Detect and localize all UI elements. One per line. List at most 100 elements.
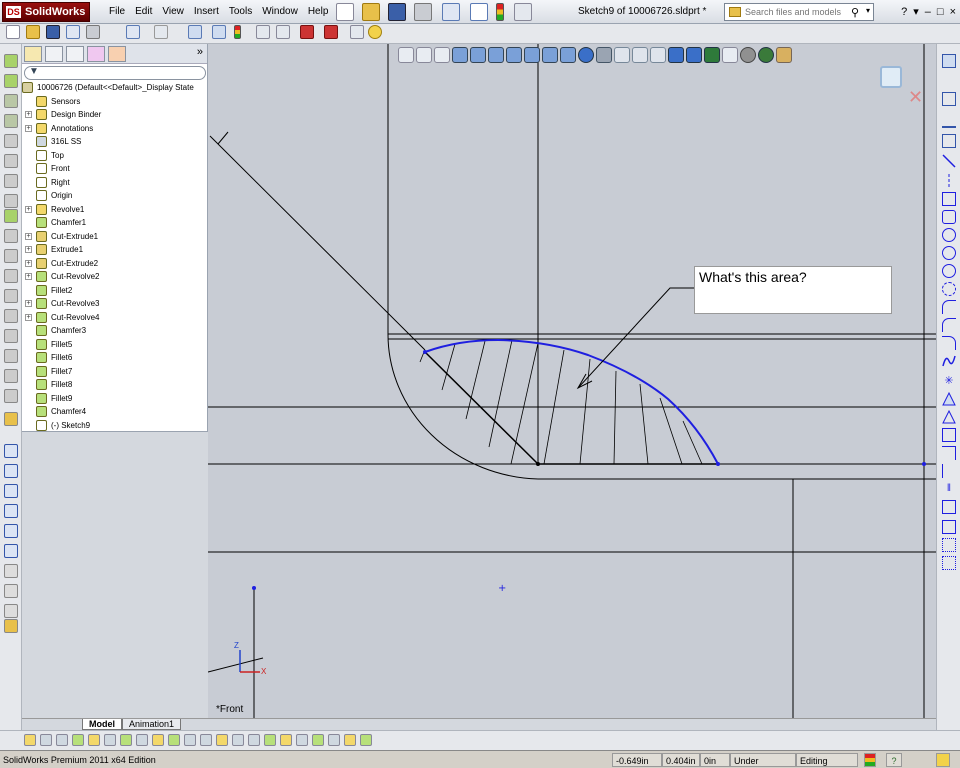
tangent-arc-icon[interactable]	[942, 318, 956, 332]
property-manager-tab-icon[interactable]	[45, 46, 63, 62]
feature-tree-tab-icon[interactable]	[24, 46, 42, 62]
expand-plus-icon[interactable]: +	[25, 124, 32, 132]
sketch-chord-line[interactable]	[424, 351, 539, 465]
minimize-icon[interactable]: –	[925, 0, 931, 24]
view-orientation-cube-icon[interactable]	[470, 47, 486, 63]
smart-dimension-icon[interactable]	[4, 412, 18, 426]
file-properties-icon[interactable]	[350, 25, 364, 39]
bottom-tool-icon[interactable]	[232, 734, 244, 746]
shell-icon[interactable]	[4, 289, 18, 303]
bottom-tool-icon[interactable]	[88, 734, 100, 746]
menu-edit[interactable]: Edit	[130, 0, 157, 24]
menu-help[interactable]: Help	[303, 0, 334, 24]
options-icon[interactable]	[514, 3, 532, 21]
horizontal-dimension-icon[interactable]	[4, 464, 18, 478]
fillet-tool-icon[interactable]	[4, 209, 18, 223]
confirmation-exit-sketch-icon[interactable]	[880, 66, 902, 88]
confirmation-cancel-icon[interactable]: ✕	[908, 88, 923, 106]
expand-plus-icon[interactable]: +	[25, 313, 32, 321]
tree-item-annotations[interactable]: + Annotations	[22, 122, 208, 136]
chevron-down-icon[interactable]: ▾	[866, 6, 870, 15]
menu-window[interactable]: Window	[257, 0, 303, 24]
slot-tool-icon[interactable]	[942, 210, 956, 224]
print-preview-icon[interactable]	[66, 25, 80, 39]
sketch-endpoint[interactable]	[716, 462, 720, 466]
help-status-icon[interactable]: ?	[886, 753, 902, 767]
bottom-tool-icon[interactable]	[40, 734, 52, 746]
tree-item-design-binder[interactable]: + Design Binder	[22, 108, 208, 122]
polygon-tool-icon[interactable]	[942, 409, 956, 424]
tree-item-chamfer4[interactable]: Chamfer4	[22, 405, 208, 419]
centerline-tool-icon[interactable]	[942, 174, 956, 188]
partial-ellipse-icon[interactable]	[942, 282, 956, 296]
expand-plus-icon[interactable]: +	[25, 300, 32, 307]
zoom-to-fit-icon[interactable]	[398, 47, 414, 63]
move-entities-icon[interactable]	[942, 520, 956, 534]
select-arrow-icon[interactable]	[188, 25, 202, 39]
spline-tool-icon[interactable]	[942, 354, 956, 368]
extend-entities-icon[interactable]: ‖	[942, 482, 956, 496]
tree-item-cut-extrude1[interactable]: + Cut-Extrude1	[22, 230, 208, 244]
section-view-icon[interactable]	[452, 47, 468, 63]
bottom-tool-icon[interactable]	[56, 734, 68, 746]
rib-icon[interactable]	[4, 249, 18, 263]
linear-sketch-pattern-icon[interactable]	[942, 500, 956, 514]
view-orientation-icon[interactable]	[276, 25, 290, 39]
view-settings-icon[interactable]	[560, 47, 576, 63]
bottom-tool-icon[interactable]	[72, 734, 84, 746]
expand-plus-icon[interactable]: +	[25, 273, 32, 280]
new-document-icon[interactable]	[336, 3, 354, 21]
bottom-tool-icon[interactable]	[264, 734, 276, 746]
search-icon[interactable]: ⚲	[851, 6, 859, 19]
boundary-boss-icon[interactable]	[4, 134, 18, 148]
smart-dimension-tool-icon[interactable]	[942, 92, 956, 106]
open-icon[interactable]	[362, 3, 380, 21]
three-point-arc-icon[interactable]	[942, 336, 956, 350]
tab-model-active[interactable]: Model	[82, 719, 122, 730]
bottom-tool-icon[interactable]	[312, 734, 324, 746]
bottom-tool-icon[interactable]	[120, 734, 132, 746]
bottom-tool-icon[interactable]	[152, 734, 164, 746]
curves-icon[interactable]	[4, 369, 18, 383]
view-planes-icon[interactable]	[704, 47, 720, 63]
appearance-icon[interactable]	[324, 25, 338, 39]
rebuild-icon[interactable]	[496, 3, 504, 21]
tree-item-fillet7[interactable]: Fillet7	[22, 365, 208, 379]
tree-item-extrude1[interactable]: + Extrude1	[22, 243, 208, 257]
maximize-icon[interactable]: □	[937, 0, 944, 24]
quick-snaps-icon[interactable]	[4, 619, 18, 633]
grid-snap-icon[interactable]	[942, 538, 956, 552]
tree-item-fillet2[interactable]: Fillet2	[22, 284, 208, 298]
shadows-icon[interactable]	[596, 47, 612, 63]
bottom-tool-icon[interactable]	[168, 734, 180, 746]
chamfer-dimension-icon[interactable]	[4, 544, 18, 558]
previous-view-icon[interactable]	[434, 47, 450, 63]
help-icon[interactable]: ?	[901, 0, 907, 24]
select-filter-icon[interactable]	[212, 25, 226, 39]
tree-item-chamfer3[interactable]: Chamfer3	[22, 324, 208, 338]
sketch-endpoint[interactable]	[423, 350, 427, 354]
centerpoint-arc-icon[interactable]	[942, 300, 956, 314]
configuration-tab-icon[interactable]	[66, 46, 84, 62]
tab-animation1[interactable]: Animation1	[122, 719, 182, 730]
add-relation-tool-icon[interactable]	[942, 114, 956, 128]
revolved-cut-icon[interactable]	[4, 174, 18, 188]
display-relations-icon[interactable]	[4, 604, 18, 618]
bottom-tool-icon[interactable]	[360, 734, 372, 746]
tree-item-revolve1[interactable]: + Revolve1	[22, 203, 208, 217]
apply-scene-icon[interactable]	[542, 47, 558, 63]
view-settings-menu-icon[interactable]	[776, 47, 792, 63]
tree-item-front[interactable]: Front	[22, 162, 208, 176]
select-icon[interactable]	[470, 3, 488, 21]
tree-item-fillet6[interactable]: Fillet6	[22, 351, 208, 365]
bottom-tool-icon[interactable]	[344, 734, 356, 746]
edit-appearance-icon[interactable]	[524, 47, 540, 63]
redo-arrow-icon[interactable]	[154, 25, 168, 39]
ordinate-dimension-icon[interactable]	[4, 504, 18, 518]
revolved-boss-icon[interactable]	[4, 74, 18, 88]
sketch-endpoint[interactable]	[536, 462, 540, 466]
expand-plus-icon[interactable]: +	[25, 205, 32, 213]
tree-root-part[interactable]: 10006726 (Default<<Default>_Display Stat…	[22, 81, 208, 95]
point-tool-icon[interactable]: ✳	[942, 374, 956, 388]
scene-icon[interactable]	[758, 47, 774, 63]
